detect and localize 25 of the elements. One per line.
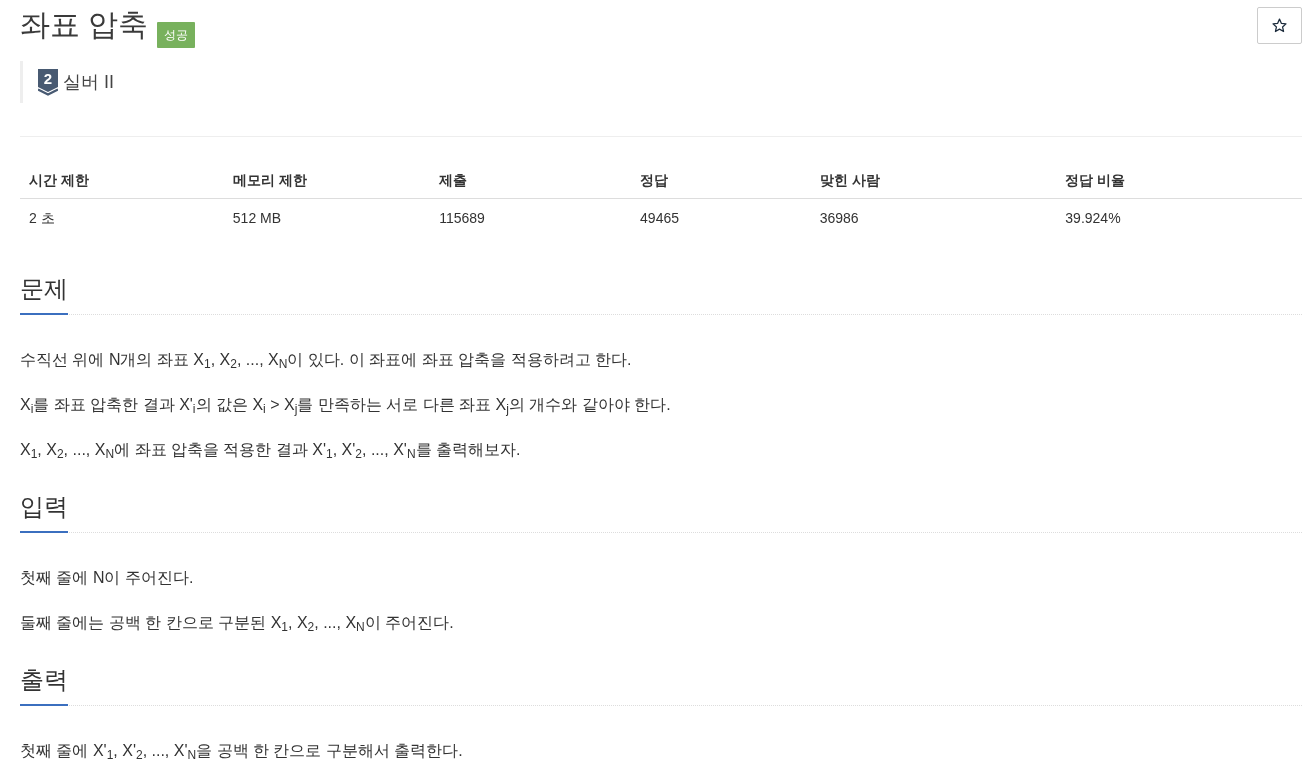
table-cell: 49465 (631, 198, 811, 237)
table-cell: 2 초 (20, 198, 224, 237)
column-header: 메모리 제한 (223, 162, 431, 199)
paragraph: 첫째 줄에 X'$_{1}$, X'$_{2}$, ..., X'$_{N}$을 공백 한 칸으로 구분해서 출력한다. (20, 741, 464, 764)
table-cell: 512 MB (223, 198, 431, 237)
paragraph: 둘째 줄에는 공백 한 칸으로 구분된 X$_{1}$, X$_{2}$, ..., X$_{N}$이 주어진다. (20, 613, 455, 636)
problem-title: 좌표 압축 (20, 7, 149, 43)
favorite-button[interactable] (1257, 7, 1302, 44)
section-heading: 문제 (20, 264, 68, 315)
table-cell: 39.924% (1056, 198, 1302, 237)
result-badge: 성공 (157, 22, 196, 48)
paragraph: X$_{1}$, X$_{2}$, ..., X$_{N}$에 좌표 압축을 적용한 결과 X'$_{1}$, X'$_{2}$, ..., X'$_{N}$를 출력해보자. (20, 440, 522, 463)
paragraph: X$_{i}$를 좌표 압축한 결과 X'$_{i}$의 값은 X$_{i}$ > X$_{j}$를 만족하는 서로 다른 좌표 X$_{j}$의 개수와 같아야 한다. (20, 395, 672, 418)
paragraph: 수직선 위에 N개의 좌표 X$_{1}$, X$_{2}$, ..., X$_{N}$이 있다. 이 좌표에 좌표 압축을 적용하려고 한다. (20, 350, 633, 373)
section-heading: 입력 (20, 482, 68, 533)
tier-name: 실버 II (63, 70, 114, 94)
paragraph: 첫째 줄에 N이 주어진다. (20, 568, 195, 588)
section-heading: 출력 (20, 655, 68, 706)
table-cell: 115689 (430, 198, 632, 237)
column-header: 맞힌 사람 (810, 162, 1057, 199)
column-header: 정답 비율 (1056, 162, 1302, 199)
column-header: 제출 (430, 162, 632, 199)
table-cell: 36986 (810, 198, 1057, 237)
column-header: 정답 (631, 162, 811, 199)
column-header: 시간 제한 (20, 162, 224, 199)
